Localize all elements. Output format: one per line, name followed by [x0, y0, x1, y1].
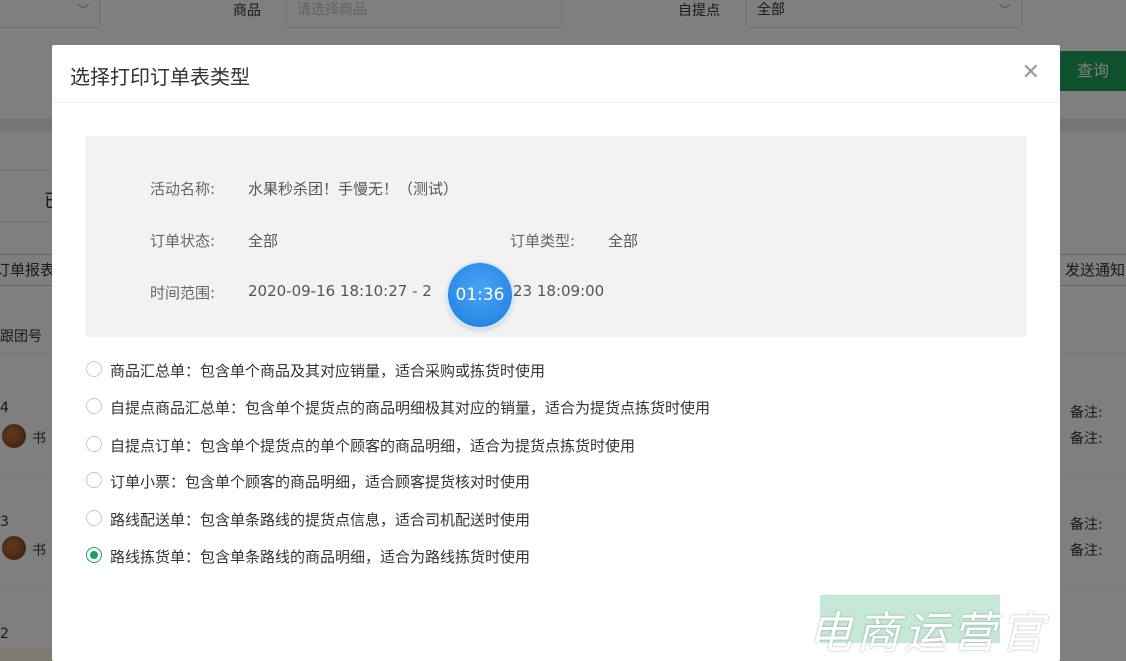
option-label: 订单小票：包含单个顾客的商品明细，适合顾客提货核对时使用	[110, 473, 531, 491]
activity-name-value: 水果秒杀团！手慢无！（测试）	[248, 180, 459, 198]
radio-button[interactable]	[86, 361, 102, 377]
order-status-value: 全部	[248, 232, 279, 250]
radio-button-checked[interactable]	[86, 547, 102, 563]
order-type-label: 订单类型:	[510, 232, 576, 250]
close-icon[interactable]: ✕	[1022, 61, 1040, 85]
activity-name-label: 活动名称:	[150, 180, 216, 198]
time-range-label: 时间范围:	[150, 284, 216, 302]
dialog-header: 选择打印订单表类型 ✕	[52, 45, 1060, 103]
radio-button[interactable]	[86, 398, 102, 414]
time-range-start: 2020-09-16 18:10:27 - 2	[248, 282, 432, 300]
time-range-end: 23 18:09:00	[513, 282, 605, 300]
option-label: 自提点订单：包含单个提货点的单个顾客的商品明细，适合为提货点拣货时使用	[110, 437, 636, 455]
radio-button[interactable]	[86, 472, 102, 488]
order-type-value: 全部	[608, 232, 639, 250]
option-label: 路线配送单：包含单条路线的提货点信息，适合司机配送时使用	[110, 511, 531, 529]
option-label: 路线拣货单：包含单条路线的商品明细，适合为路线拣货时使用	[110, 548, 531, 566]
radio-button[interactable]	[86, 436, 102, 452]
dialog-title: 选择打印订单表类型	[70, 65, 250, 89]
option-label: 商品汇总单：包含单个商品及其对应销量，适合采购或拣货时使用	[110, 362, 546, 380]
print-type-dialog: 选择打印订单表类型 ✕ 活动名称: 水果秒杀团！手慢无！（测试） 订单状态: 全…	[52, 45, 1060, 661]
watermark-text: 电商运营官	[808, 608, 1048, 659]
radio-button[interactable]	[86, 510, 102, 526]
option-label: 自提点商品汇总单：包含单个提货点的商品明细极其对应的销量，适合为提货点拣货时使用	[110, 399, 711, 417]
order-status-label: 订单状态:	[150, 232, 216, 250]
watermark: 电商运营官	[780, 589, 1126, 661]
countdown-timer[interactable]: 01:36	[448, 263, 512, 327]
activity-info-panel: 活动名称: 水果秒杀团！手慢无！（测试） 订单状态: 全部 订单类型: 全部 时…	[86, 136, 1026, 337]
